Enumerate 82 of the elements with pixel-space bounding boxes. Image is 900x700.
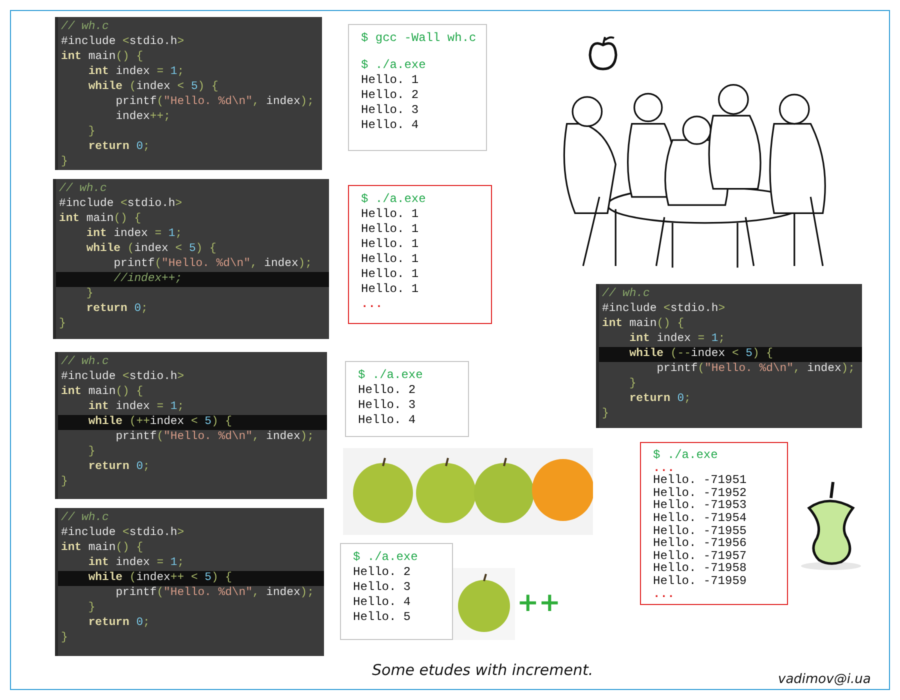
ellipsis-text: ... <box>361 297 384 312</box>
code-line: return 0; <box>85 302 149 317</box>
output-line: Hello. 1 <box>361 282 420 297</box>
code-line: } <box>87 445 96 460</box>
code-line: // wh.c <box>60 511 110 526</box>
code-line: int index = 1; <box>87 400 186 415</box>
output-line: Hello. -71959 <box>653 574 748 588</box>
output-line: Hello. 4 <box>361 118 420 133</box>
code-line: int main() { <box>60 541 144 556</box>
output-line: Hello. -71958 <box>653 562 748 575</box>
author-email: vadimov@i.ua <box>778 672 871 687</box>
code-line: return 0; <box>87 616 151 631</box>
output-line: Hello. 5 <box>353 610 412 625</box>
code-line: while (index < 5) { <box>85 242 218 257</box>
code-line: #include <stdio.h> <box>601 302 726 317</box>
output-line: Hello. 4 <box>353 595 412 610</box>
output-line: Hello. -71956 <box>653 537 748 550</box>
output-line: Hello. 1 <box>361 207 420 222</box>
code-line: return 0; <box>628 392 692 407</box>
command-line: $ ./a.exe <box>361 192 427 207</box>
output-line: Hello. -71957 <box>653 550 748 562</box>
code-line: int main() { <box>601 317 686 332</box>
output-line: Hello. 1 <box>361 73 420 88</box>
code-line: printf("Hello. %d\n", index); <box>656 362 856 377</box>
code-line: } <box>60 475 69 490</box>
output-line: Hello. 1 <box>361 267 420 282</box>
code-line: printf("Hello. %d\n", index); <box>114 586 315 601</box>
code-line: } <box>87 601 96 616</box>
output-line: Hello. 1 <box>361 222 420 237</box>
code-line: int index = 1; <box>87 65 186 80</box>
code-line: #include <stdio.h> <box>58 197 184 212</box>
code-line: // wh.c <box>58 182 108 197</box>
output-line: Hello. -71954 <box>653 512 748 525</box>
command-line: $ ./a.exe <box>358 368 424 383</box>
output-line: Hello. 2 <box>358 383 417 398</box>
output-line: Hello. 3 <box>353 580 412 595</box>
output-line: Hello. -71951 <box>653 474 748 487</box>
output-line: Hello. -71953 <box>653 499 748 512</box>
caption: Some etudes with increment. <box>372 661 594 679</box>
command-line: $ ./a.exe <box>361 58 427 73</box>
output-line: Hello. 1 <box>361 252 420 267</box>
code-line: return 0; <box>87 140 151 155</box>
code-line: printf("Hello. %d\n", index); <box>114 95 315 110</box>
output-line: Hello. 3 <box>361 103 420 118</box>
output-line: Hello. 3 <box>358 398 417 413</box>
code-line: int index = 1; <box>628 332 726 347</box>
ellipsis-text: ... <box>653 462 675 474</box>
command-line: $ gcc -Wall wh.c <box>361 31 474 46</box>
code-line: } <box>628 377 638 392</box>
output-line: Hello. 2 <box>361 88 420 103</box>
code-line: // wh.c <box>60 20 110 35</box>
code-line: } <box>601 407 610 422</box>
command-line: $ ./a.exe <box>653 449 719 462</box>
code-line: int index = 1; <box>87 556 186 571</box>
code-line: } <box>58 317 67 332</box>
code-line: return 0; <box>87 460 151 475</box>
code-line: int index = 1; <box>85 227 184 242</box>
code-line: #include <stdio.h> <box>60 370 186 385</box>
code-line: int main() { <box>60 50 144 65</box>
code-line: printf("Hello. %d\n", index); <box>114 430 315 445</box>
code-line: while (index < 5) { <box>87 80 220 95</box>
command-line: $ ./a.exe <box>353 550 419 565</box>
output-line: Hello. -71952 <box>653 486 748 500</box>
apple-icon <box>588 35 618 71</box>
increment-sign: ++ <box>517 588 561 618</box>
code-line: #include <stdio.h> <box>60 35 186 50</box>
code-line: // wh.c <box>601 287 651 302</box>
ellipsis-text: ... <box>653 588 676 600</box>
output-line: Hello. 4 <box>358 413 417 428</box>
code-line: } <box>87 125 96 140</box>
code-line: #include <stdio.h> <box>60 526 186 541</box>
code-line: } <box>60 155 69 170</box>
code-line: int main() { <box>60 385 144 400</box>
output-line: Hello. -71955 <box>653 524 748 538</box>
code-line: } <box>60 631 69 646</box>
output-line: Hello. 2 <box>353 565 412 580</box>
code-line: } <box>85 287 94 302</box>
code-line: printf("Hello. %d\n", index); <box>112 257 313 272</box>
code-line: index++; <box>114 110 172 125</box>
output-line: Hello. 1 <box>361 237 420 252</box>
code-line: int main() { <box>58 212 142 227</box>
code-line: // wh.c <box>60 355 110 370</box>
